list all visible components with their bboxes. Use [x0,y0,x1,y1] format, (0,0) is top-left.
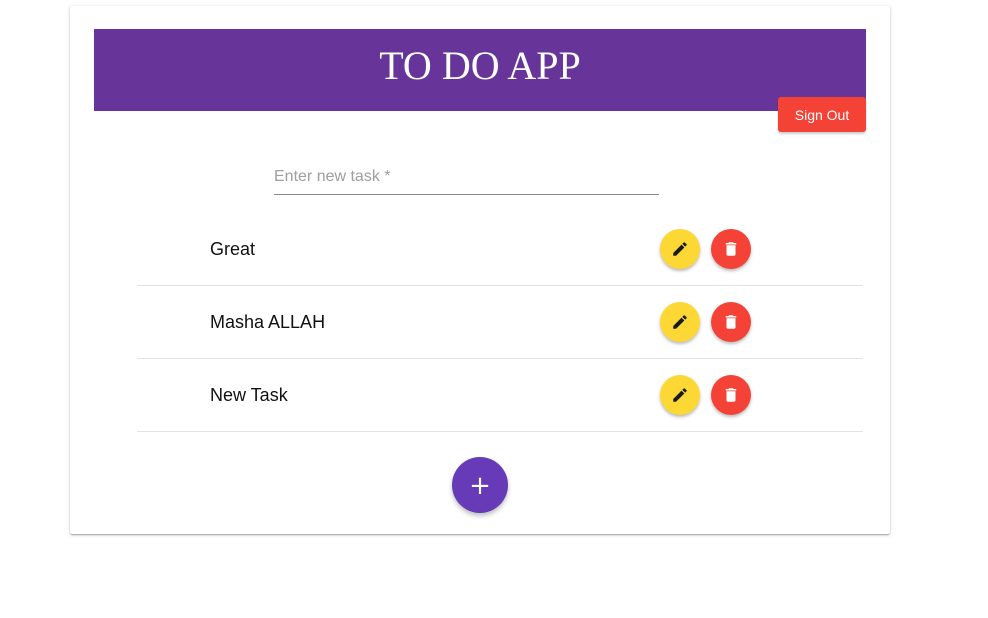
app-title: TO DO APP [379,43,581,88]
delete-task-button[interactable] [711,302,751,342]
trash-icon [722,386,740,404]
sign-out-button[interactable]: Sign Out [778,97,866,132]
trash-icon [722,240,740,258]
task-label: New Task [210,385,288,405]
app-header: TO DO APP [94,29,866,111]
pencil-icon [671,240,689,258]
pencil-icon [671,386,689,404]
task-label: Great [210,239,256,259]
pencil-icon [671,313,689,331]
task-label: Masha ALLAH [210,312,326,332]
delete-task-button[interactable] [711,229,751,269]
new-task-input[interactable] [274,162,659,192]
delete-task-button[interactable] [711,375,751,415]
edit-task-button[interactable] [660,375,700,415]
todo-card: TO DO APP Sign Out Great Masha ALLAH [70,6,890,534]
new-task-field [274,161,659,195]
task-row: Masha ALLAH [137,286,863,359]
add-task-button[interactable]: + [452,457,508,513]
trash-icon [722,313,740,331]
edit-task-button[interactable] [660,302,700,342]
task-row: New Task [137,359,863,432]
task-row: Great [137,213,863,286]
edit-task-button[interactable] [660,229,700,269]
task-list: Great Masha ALLAH New Task [137,213,863,432]
